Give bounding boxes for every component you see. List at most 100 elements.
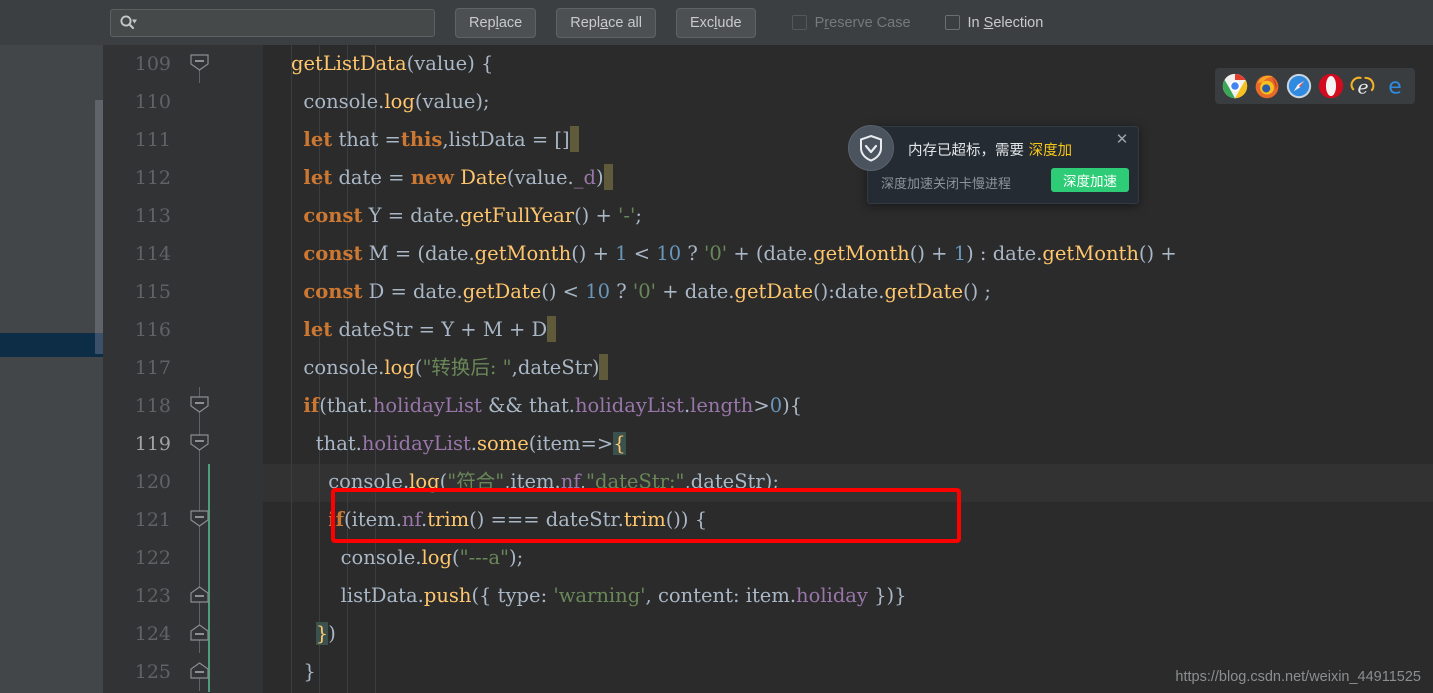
line-number: 109: [134, 53, 171, 75]
line-number: 118: [134, 395, 171, 417]
replace-all-button-mnemonic: a: [600, 14, 609, 31]
line-number: 115: [134, 281, 171, 303]
replace-button[interactable]: Rep l ace: [455, 7, 537, 38]
fold-column[interactable]: [175, 235, 225, 273]
code-line[interactable]: let dateStr = Y + M + D: [263, 311, 1433, 349]
fold-end-icon[interactable]: [189, 662, 210, 679]
internet-explorer-icon[interactable]: e: [1350, 73, 1376, 99]
gutter-line: 112: [103, 159, 263, 197]
gutter-line: 122: [103, 539, 263, 577]
code-line[interactable]: let date = new Date(value._d): [263, 159, 1433, 197]
replace-all-button-pre: Repl: [570, 14, 601, 31]
fold-collapse-icon[interactable]: [189, 396, 210, 413]
chrome-icon[interactable]: [1222, 73, 1248, 99]
code-editor[interactable]: 109 110 111 112 113 114 115 116 117 118 119 120 121 1…: [103, 45, 1433, 693]
gutter-line: 114: [103, 235, 263, 273]
fold-column[interactable]: [175, 83, 225, 121]
fold-column[interactable]: [175, 159, 225, 197]
fold-column[interactable]: [175, 349, 225, 387]
fold-column[interactable]: [175, 197, 225, 235]
line-number: 119: [134, 433, 171, 455]
find-replace-toolbar: Rep l ace Repl a ce all Exc l ude Preserve Cas…: [0, 0, 1433, 45]
close-icon[interactable]: ✕: [1114, 132, 1130, 148]
code-line[interactable]: }): [263, 615, 1433, 653]
fold-end-icon[interactable]: [189, 586, 210, 603]
fold-column[interactable]: [175, 463, 225, 501]
code-line[interactable]: console.log("符合",item.nf,"dateStr:",date…: [263, 463, 1433, 501]
edge-icon[interactable]: e: [1382, 73, 1408, 99]
in-selection-checkbox[interactable]: In Selection: [944, 14, 1044, 31]
code-line[interactable]: const M = (date.getMonth() + 1 < 10 ? '0…: [263, 235, 1433, 273]
fold-column[interactable]: [175, 45, 225, 83]
gutter-line: 125: [103, 653, 263, 691]
ide-window: Rep l ace Repl a ce all Exc l ude Preserve Cas…: [0, 0, 1433, 693]
popup-title-accent: 深度加: [1028, 143, 1073, 159]
code-line[interactable]: if(item.nf.trim() === dateStr.trim()) {: [263, 501, 1433, 539]
search-input[interactable]: [137, 10, 434, 35]
replace-all-button[interactable]: Repl a ce all: [556, 7, 656, 38]
svg-text:e: e: [1388, 74, 1402, 99]
line-number: 122: [134, 547, 171, 569]
popup-subtitle: 深度加速关闭卡慢进程: [881, 177, 1012, 192]
fold-collapse-icon[interactable]: [189, 434, 210, 451]
svg-text:e: e: [1357, 77, 1368, 98]
fold-column[interactable]: [175, 425, 225, 463]
line-number: 112: [134, 167, 171, 189]
code-line[interactable]: console.log("---a");: [263, 539, 1433, 577]
fold-column[interactable]: [175, 539, 225, 577]
code-line[interactable]: that.holidayList.some(item=>{: [263, 425, 1433, 463]
replace-button-pre: Rep: [469, 14, 496, 31]
fold-column[interactable]: [175, 577, 225, 615]
fold-column[interactable]: [175, 273, 225, 311]
fold-collapse-icon[interactable]: [189, 54, 210, 71]
gutter-line: 113: [103, 197, 263, 235]
preserve-case-label: Preserve Case: [814, 14, 911, 31]
fold-end-icon[interactable]: [189, 624, 210, 641]
fold-column[interactable]: [175, 501, 225, 539]
gutter-line: 115: [103, 273, 263, 311]
line-number: 121: [134, 509, 171, 531]
search-field[interactable]: [110, 8, 435, 37]
gutter-line: 118: [103, 387, 263, 425]
fold-column[interactable]: [175, 615, 225, 653]
firefox-icon[interactable]: [1254, 73, 1280, 99]
shield-icon: [848, 125, 894, 171]
fold-column[interactable]: [175, 387, 225, 425]
opera-icon[interactable]: [1318, 73, 1344, 99]
toolbar-left-spacer: [0, 22, 110, 23]
accelerate-button[interactable]: 深度加速: [1051, 168, 1129, 192]
code-line[interactable]: const D = date.getDate() < 10 ? '0' + da…: [263, 273, 1433, 311]
search-icon[interactable]: [119, 14, 137, 32]
exclude-button[interactable]: Exc l ude: [676, 7, 756, 38]
line-number: 111: [134, 129, 171, 151]
line-number: 124: [134, 623, 171, 645]
gutter-line: 123: [103, 577, 263, 615]
fold-column[interactable]: [175, 311, 225, 349]
fold-column[interactable]: [175, 653, 225, 691]
fold-collapse-icon[interactable]: [189, 510, 210, 527]
left-panel-selected-row[interactable]: [0, 333, 103, 357]
in-selection-checkbox-box[interactable]: [944, 15, 960, 30]
replace-button-post: ace: [498, 14, 523, 31]
code-line[interactable]: listData.push({ type: 'warning', content…: [263, 577, 1433, 615]
safari-icon[interactable]: [1286, 73, 1312, 99]
memory-alert-popup[interactable]: 内存已超标，需要 深度加 ✕ 深度加速关闭卡慢进程 深度加速: [848, 125, 1139, 204]
browser-icon-strip: e e: [1215, 68, 1415, 104]
gutter-line: 116: [103, 311, 263, 349]
line-number: 117: [134, 357, 171, 379]
code-line[interactable]: const Y = date.getFullYear() + '-';: [263, 197, 1433, 235]
replace-all-button-post: ce all: [608, 14, 642, 31]
line-number: 114: [134, 243, 171, 265]
preserve-case-checkbox-box[interactable]: [791, 15, 807, 30]
code-line[interactable]: if(that.holidayList && that.holidayList.…: [263, 387, 1433, 425]
fold-column[interactable]: [175, 121, 225, 159]
code-line[interactable]: console.log("转换后: ",dateStr): [263, 349, 1433, 387]
line-number: 110: [134, 91, 171, 113]
in-selection-label: In Selection: [967, 14, 1044, 31]
exclude-button-pre: Exc: [690, 14, 715, 31]
gutter-line: 124: [103, 615, 263, 653]
preserve-case-checkbox[interactable]: Preserve Case: [791, 14, 911, 31]
line-number: 116: [134, 319, 171, 341]
line-number: 123: [134, 585, 171, 607]
gutter-line: 109: [103, 45, 263, 83]
